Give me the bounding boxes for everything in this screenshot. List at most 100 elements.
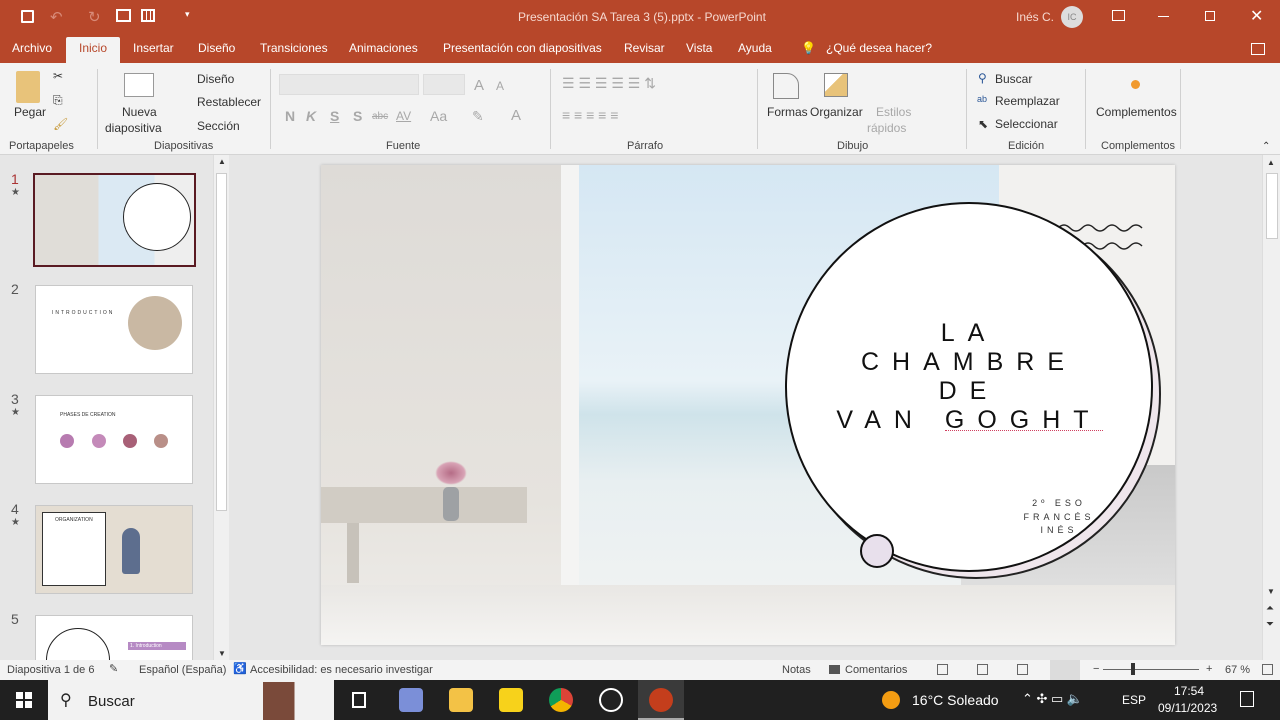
snipping-tool-icon[interactable] xyxy=(399,688,423,712)
title-line-3[interactable]: DE xyxy=(787,377,1151,406)
reading-view-icon[interactable] xyxy=(1017,664,1028,675)
reset-button[interactable]: Restablecer xyxy=(197,95,261,109)
tray-icons[interactable]: ⌃ ✣ ▭ 🔈 xyxy=(1022,691,1083,707)
subtitle-line-3[interactable]: INÉS xyxy=(877,525,1175,535)
zoom-slider-thumb[interactable] xyxy=(1131,663,1135,675)
new-slide-label-2[interactable]: diapositiva xyxy=(105,121,162,135)
collapse-ribbon-icon[interactable]: ⌃ xyxy=(1262,141,1270,152)
input-language[interactable]: ESP xyxy=(1122,693,1146,707)
spellcheck-icon[interactable]: ✎ xyxy=(109,662,118,675)
fit-slide-icon[interactable] xyxy=(1262,664,1273,675)
align-icons[interactable]: ≡ ≡ ≡ ≡ ≡ xyxy=(562,107,618,123)
scroll-thumb[interactable] xyxy=(1266,173,1278,239)
paste-icon[interactable] xyxy=(16,71,40,103)
new-slide-label-1[interactable]: Nueva xyxy=(122,105,157,119)
language-status[interactable]: Español (España) xyxy=(139,664,226,676)
bullets-icon[interactable]: ☰ ☰ ☰ ☰ ☰ ⇅ xyxy=(562,75,656,92)
scroll-thumb[interactable] xyxy=(216,173,227,511)
undo-icon[interactable]: ↶ xyxy=(50,8,63,26)
addins-button[interactable]: Complementos xyxy=(1096,105,1177,119)
notes-button[interactable]: Notas xyxy=(782,664,811,676)
slideshow-view-icon[interactable] xyxy=(1050,660,1080,680)
tell-me-search[interactable]: ¿Qué desea hacer? xyxy=(826,41,932,55)
tab-insertar[interactable]: Insertar xyxy=(133,41,174,55)
minimize-icon[interactable] xyxy=(1158,16,1169,17)
taskbar-search[interactable]: ⚲ Buscar xyxy=(48,680,334,720)
weather-text[interactable]: 16°C Soleado xyxy=(912,692,999,708)
quick-styles-label-2[interactable]: rápidos xyxy=(867,121,906,135)
shadow-button[interactable]: S xyxy=(353,108,362,124)
comments-icon[interactable] xyxy=(1251,43,1265,55)
normal-view-icon[interactable] xyxy=(937,664,948,675)
shrink-font-button[interactable]: A xyxy=(496,79,504,93)
slide-sorter-icon[interactable] xyxy=(977,664,988,675)
tab-ayuda[interactable]: Ayuda xyxy=(738,41,772,55)
tab-presentacion[interactable]: Presentación con diapositivas xyxy=(443,41,602,55)
font-name-input[interactable] xyxy=(279,74,419,95)
shapes-button[interactable]: Formas xyxy=(767,105,808,119)
redo-icon[interactable]: ↻ xyxy=(88,8,101,26)
slide-scrollbar[interactable]: ▲ ▼ ⏶ ⏷ xyxy=(1262,155,1280,660)
title-line-2[interactable]: CHAMBRE xyxy=(787,348,1151,377)
accessibility-status[interactable]: Accesibilidad: es necesario investigar xyxy=(250,664,433,676)
present-icon[interactable] xyxy=(116,9,131,22)
user-name[interactable]: Inés C. xyxy=(1016,10,1054,24)
windows-start-icon[interactable] xyxy=(16,692,32,708)
bold-button[interactable]: N xyxy=(285,108,295,124)
chrome-icon[interactable] xyxy=(549,688,573,712)
thumbnail-slide-2[interactable]: INTRODUCTION xyxy=(35,285,193,374)
table-icon[interactable] xyxy=(141,9,155,22)
thumbnail-slide-4[interactable]: ORGANIZATION xyxy=(35,505,193,594)
grow-font-button[interactable]: A xyxy=(474,77,484,94)
char-spacing-button[interactable]: AV xyxy=(396,109,411,123)
underline-button[interactable]: S xyxy=(330,108,339,124)
font-size-input[interactable] xyxy=(423,74,465,95)
format-painter-icon[interactable]: 🖌 xyxy=(53,117,68,131)
slide-canvas[interactable]: LA CHAMBRE DE VAN GOGHT 2º ESO FRANCÉS I… xyxy=(321,165,1175,645)
zoom-slider[interactable] xyxy=(1103,669,1199,670)
tab-inicio[interactable]: Inicio xyxy=(66,37,121,63)
powerpoint-taskbar-button[interactable] xyxy=(638,680,684,720)
customize-toolbar-icon[interactable]: ▾ xyxy=(185,9,190,20)
thumbnail-slide-5[interactable]: 1. Introduction xyxy=(35,615,193,660)
tab-transiciones[interactable]: Transiciones xyxy=(260,41,328,55)
new-slide-icon[interactable] xyxy=(124,73,154,97)
replace-button[interactable]: Reemplazar xyxy=(995,94,1060,108)
change-case-button[interactable]: Aa xyxy=(430,108,447,124)
tab-archivo[interactable]: Archivo xyxy=(12,41,52,55)
section-button[interactable]: Sección xyxy=(197,119,240,133)
comments-button[interactable]: Comentarios xyxy=(845,664,907,676)
sticky-notes-icon[interactable] xyxy=(499,688,523,712)
cut-icon[interactable]: ✂ xyxy=(53,69,63,83)
shapes-icon[interactable] xyxy=(773,73,799,99)
tab-diseno[interactable]: Diseño xyxy=(198,41,235,55)
copy-icon[interactable]: ⎘ xyxy=(53,93,63,108)
strikethrough-button[interactable]: abc xyxy=(372,111,388,122)
previous-slide-icon[interactable]: ⏶ xyxy=(1266,603,1274,614)
quick-styles-label-1[interactable]: Estilos xyxy=(876,105,911,119)
select-button[interactable]: Seleccionar xyxy=(995,117,1058,131)
close-icon[interactable]: ✕ xyxy=(1250,6,1263,26)
zoom-out-button[interactable]: − xyxy=(1093,663,1099,675)
thumbnails-scrollbar[interactable]: ▲ ▼ xyxy=(213,155,229,660)
zoom-in-button[interactable]: + xyxy=(1206,663,1212,675)
arrange-button[interactable]: Organizar xyxy=(810,105,863,119)
save-icon[interactable] xyxy=(21,10,34,23)
thumbnail-slide-1[interactable] xyxy=(33,173,196,267)
clock-time[interactable]: 17:54 xyxy=(1174,684,1204,698)
tab-animaciones[interactable]: Animaciones xyxy=(349,41,418,55)
arrange-icon[interactable] xyxy=(824,73,848,97)
zoom-level[interactable]: 67 % xyxy=(1225,664,1250,676)
file-explorer-icon[interactable] xyxy=(449,688,473,712)
italic-button[interactable]: K xyxy=(306,108,316,124)
layout-button[interactable]: Diseño xyxy=(197,72,234,86)
thumbnail-slide-3[interactable]: PHASES DE CREATION xyxy=(35,395,193,484)
restore-icon[interactable] xyxy=(1205,11,1215,21)
font-color-button[interactable]: A xyxy=(511,107,521,124)
notifications-icon[interactable] xyxy=(1240,691,1254,707)
avatar[interactable]: IC xyxy=(1061,6,1083,28)
clock-date[interactable]: 09/11/2023 xyxy=(1158,701,1217,715)
subtitle-line-2[interactable]: FRANCÉS xyxy=(877,512,1175,522)
obs-icon[interactable] xyxy=(599,688,623,712)
find-button[interactable]: Buscar xyxy=(995,72,1032,86)
